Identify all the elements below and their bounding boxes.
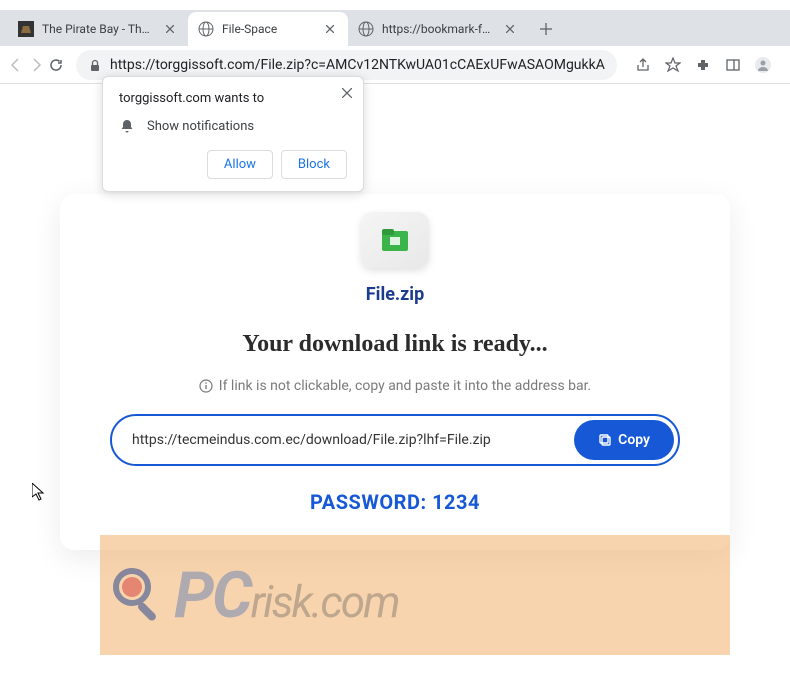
allow-button[interactable]: Allow — [207, 150, 273, 179]
file-icon — [361, 212, 429, 268]
copy-label: Copy — [618, 432, 650, 448]
tab-title: File-Space — [222, 22, 316, 36]
extensions-button[interactable] — [689, 51, 717, 79]
watermark: PCrisk.com — [100, 535, 730, 655]
download-card: File.zip Your download link is ready... … — [60, 194, 730, 550]
info-text: If link is not clickable, copy and paste… — [199, 378, 591, 394]
back-button[interactable] — [8, 51, 24, 79]
watermark-rest: risk.com — [251, 576, 399, 628]
favicon-icon — [198, 21, 214, 37]
download-link-row: https://tecmeindus.com.ec/download/File.… — [110, 414, 680, 466]
lock-icon — [88, 58, 102, 72]
tab-filespace[interactable]: File-Space — [188, 12, 348, 46]
favicon-icon — [358, 21, 374, 37]
info-icon — [199, 379, 213, 393]
tab-close-button[interactable] — [502, 21, 518, 37]
address-bar[interactable]: https://torggissoft.com/File.zip?c=AMCv1… — [76, 50, 617, 80]
info-message: If link is not clickable, copy and paste… — [219, 378, 591, 394]
bell-icon — [119, 118, 135, 134]
copy-icon — [598, 433, 612, 447]
profile-button[interactable] — [749, 51, 777, 79]
new-tab-button[interactable] — [532, 15, 560, 43]
prompt-permission-text: Show notifications — [147, 119, 254, 134]
reload-button[interactable] — [48, 51, 64, 79]
tab-bookmark[interactable]: https://bookmark-folders.com — [348, 12, 528, 46]
tab-piratebay[interactable]: The Pirate Bay - The galaxy's — [8, 12, 188, 46]
tab-strip: The Pirate Bay - The galaxy's File-Space… — [0, 10, 790, 46]
tab-close-button[interactable] — [322, 21, 338, 37]
ready-heading: Your download link is ready... — [110, 331, 680, 358]
bookmark-star-button[interactable] — [659, 51, 687, 79]
tab-close-button[interactable] — [162, 21, 178, 37]
magnifier-icon — [110, 565, 170, 625]
tab-title: https://bookmark-folders.com — [382, 22, 496, 36]
watermark-pc: PC — [174, 558, 251, 633]
copy-button[interactable]: Copy — [574, 420, 674, 460]
forward-button[interactable] — [28, 51, 44, 79]
share-button[interactable] — [629, 51, 657, 79]
password-text: PASSWORD: 1234 — [110, 490, 680, 514]
file-name: File.zip — [110, 284, 680, 305]
url-text: https://torggissoft.com/File.zip?c=AMCv1… — [110, 57, 605, 73]
favicon-icon — [18, 21, 34, 37]
prompt-origin: torggissoft.com wants to — [119, 91, 347, 106]
download-url-field[interactable]: https://tecmeindus.com.ec/download/File.… — [112, 420, 570, 460]
close-prompt-button[interactable] — [339, 85, 355, 101]
block-button[interactable]: Block — [281, 150, 347, 179]
notification-prompt: torggissoft.com wants to Show notificati… — [102, 76, 364, 192]
side-panel-button[interactable] — [719, 51, 747, 79]
tab-title: The Pirate Bay - The galaxy's — [42, 22, 156, 36]
cursor-icon — [32, 483, 46, 505]
menu-button[interactable] — [779, 51, 790, 79]
